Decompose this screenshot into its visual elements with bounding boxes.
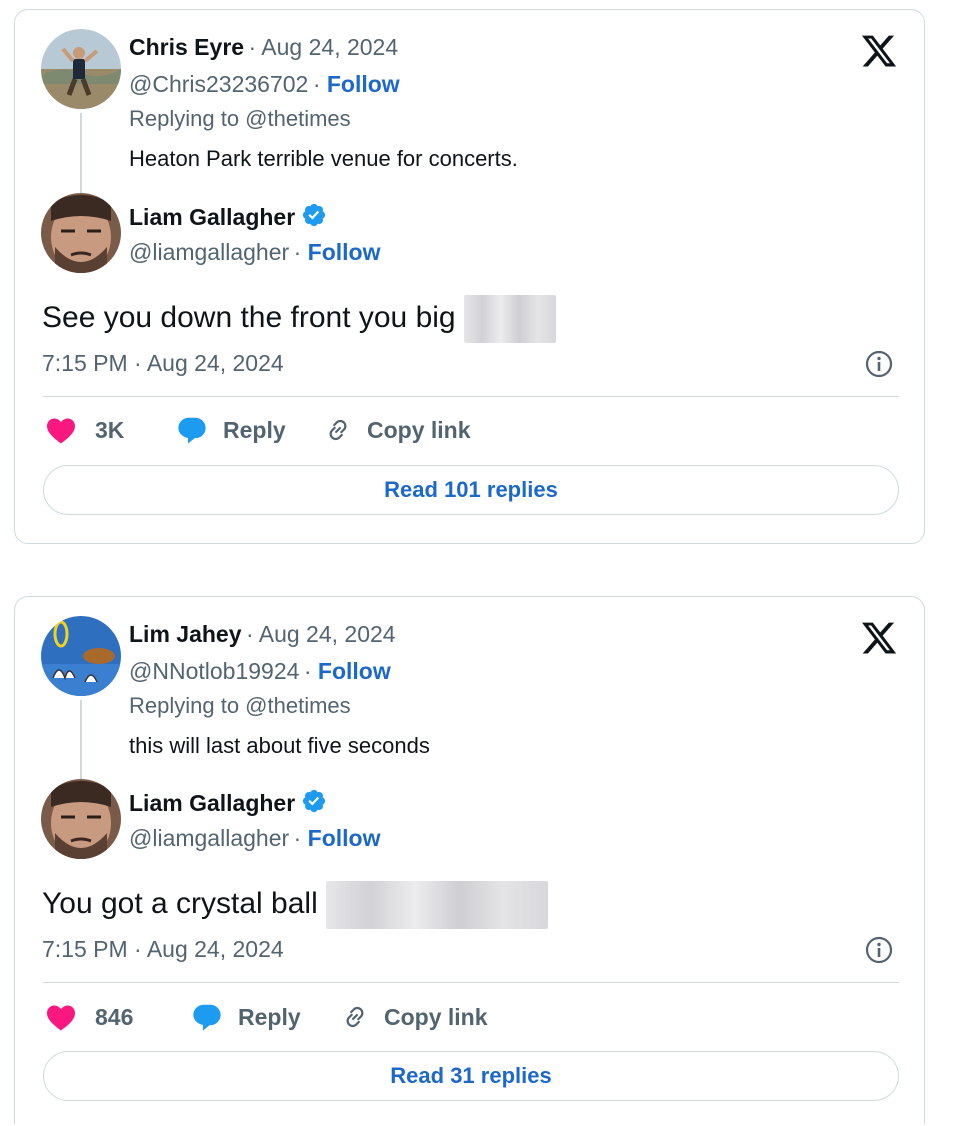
reply-label: Reply [238,1003,301,1030]
thread-connector [80,113,82,193]
read-replies-label: Read 31 replies [390,1063,552,1088]
author-name[interactable]: Lim Jahey [129,621,242,647]
like-count: 846 [95,1003,134,1030]
reply-bubble-icon [193,1004,221,1031]
verified-badge-icon [303,203,326,227]
main-tweet-text: You got a crystal ball [42,886,318,920]
author-handle[interactable]: @liamgallagher [129,825,289,851]
action-bar: 3K Reply Copy link [45,415,471,445]
verified-badge-icon [303,789,326,813]
tweet-date[interactable]: Aug 24, 2024 [261,34,398,60]
info-icon[interactable] [864,935,894,965]
follow-link[interactable]: Follow [318,658,391,684]
tweet-embed-card: Lim Jahey · Aug 24, 2024 @NNotlob19924 ·… [14,596,925,1124]
read-replies-button[interactable]: Read 101 replies [43,465,899,515]
main-tweet-header: Liam Gallagher [129,202,327,231]
follow-link[interactable]: Follow [327,71,400,97]
link-chain-icon [346,1006,364,1028]
copy-link-label: Copy link [384,1003,488,1030]
reply-label: Reply [223,416,286,443]
reply-button[interactable]: Reply [175,415,323,445]
heart-icon [47,418,75,444]
tweet-timestamp[interactable]: 7:15 PM · Aug 24, 2024 [42,350,284,377]
like-button[interactable]: 3K [45,415,175,445]
reply-tweet-text: Heaton Park terrible venue for concerts. [129,146,518,171]
main-tweet-text: See you down the front you big [42,300,456,334]
reply-tweet-handle-row: @NNotlob19924 · Follow [129,658,391,684]
x-logo-icon[interactable] [860,619,898,657]
avatar-lim-jahey[interactable] [41,616,121,696]
reply-tweet-handle-row: @Chris23236702 · Follow [129,71,400,97]
author-name[interactable]: Liam Gallagher [129,790,295,816]
read-replies-button[interactable]: Read 31 replies [43,1051,899,1101]
reply-bubble-icon [178,417,206,444]
thread-connector [80,700,82,780]
follow-link[interactable]: Follow [308,825,381,851]
avatar-liam-gallagher[interactable] [41,779,121,859]
replying-to[interactable]: Replying to @thetimes [129,106,351,132]
avatar-liam-gallagher[interactable] [41,193,121,273]
main-tweet-handle-row: @liamgallagher · Follow [129,825,381,851]
reply-tweet-header: Lim Jahey · Aug 24, 2024 [129,621,396,647]
heart-icon [47,1005,75,1031]
copy-link-label: Copy link [367,416,471,443]
copy-link-button[interactable]: Copy link [323,415,471,445]
copy-link-button[interactable]: Copy link [340,1002,488,1032]
author-name[interactable]: Liam Gallagher [129,204,295,230]
censored-word-blur [326,881,549,929]
x-logo-icon[interactable] [860,32,898,70]
reply-tweet-header: Chris Eyre · Aug 24, 2024 [129,34,399,60]
reply-tweet-text: this will last about five seconds [129,733,430,758]
tweet-date[interactable]: Aug 24, 2024 [259,621,396,647]
divider [43,396,899,397]
author-name[interactable]: Chris Eyre [129,34,244,60]
like-button[interactable]: 846 [45,1002,190,1032]
tweet-embed-card: Chris Eyre · Aug 24, 2024 @Chris23236702… [14,9,925,544]
author-handle[interactable]: @NNotlob19924 [129,658,299,684]
author-handle[interactable]: @liamgallagher [129,239,289,265]
reply-button[interactable]: Reply [190,1002,340,1032]
censored-word-blur [463,295,556,343]
replying-to[interactable]: Replying to @thetimes [129,693,351,719]
avatar-chris-eyre[interactable] [41,29,121,109]
link-chain-icon [329,419,347,441]
main-tweet-handle-row: @liamgallagher · Follow [129,239,381,265]
main-tweet-text-row: You got a crystal ball [42,881,549,929]
follow-link[interactable]: Follow [308,239,381,265]
action-bar: 846 Reply Copy link [45,1002,488,1032]
main-tweet-text-row: See you down the front you big [42,295,556,343]
author-handle[interactable]: @Chris23236702 [129,71,308,97]
info-icon[interactable] [864,349,894,379]
like-count: 3K [95,416,125,443]
divider [43,982,899,983]
tweet-timestamp[interactable]: 7:15 PM · Aug 24, 2024 [42,936,284,963]
read-replies-label: Read 101 replies [384,477,558,502]
main-tweet-header: Liam Gallagher [129,788,327,817]
